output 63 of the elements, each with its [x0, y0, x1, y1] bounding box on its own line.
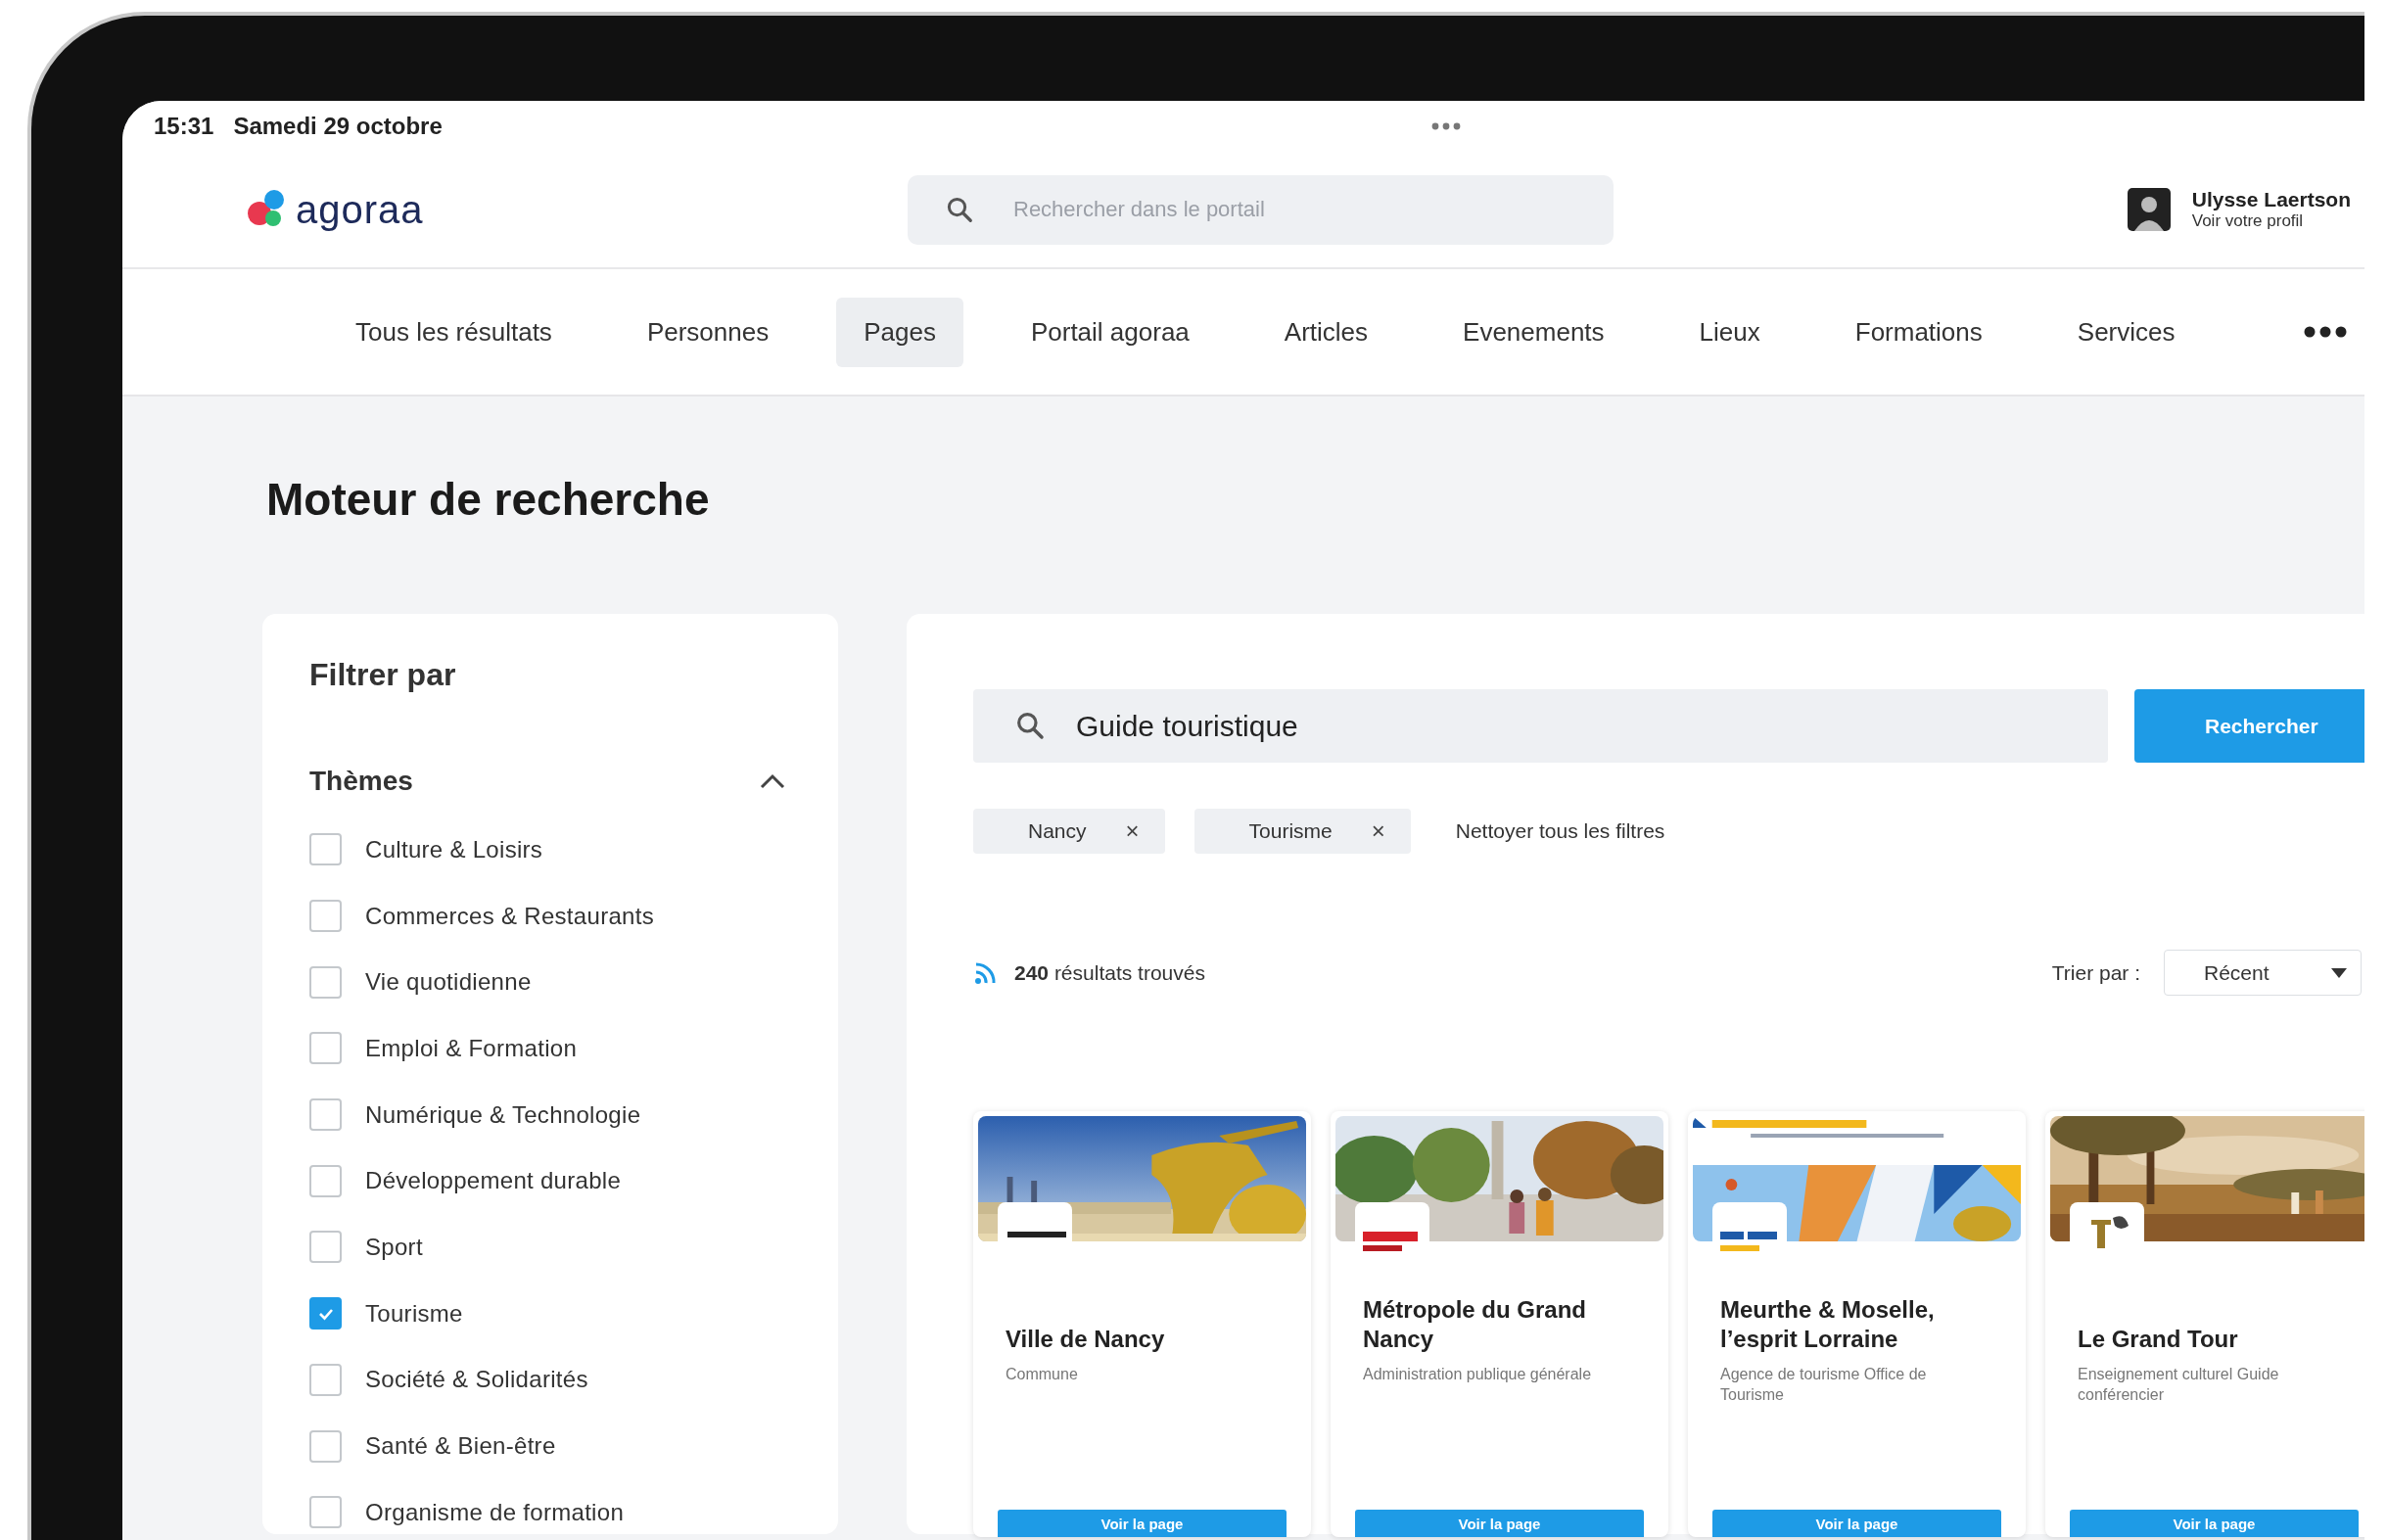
- checkbox[interactable]: [309, 1496, 342, 1529]
- checkbox[interactable]: [309, 1032, 342, 1065]
- checkbox[interactable]: [309, 1297, 342, 1330]
- checkbox-label: Numérique & Technologie: [365, 1100, 641, 1129]
- more-icon: [1430, 122, 1461, 130]
- panel-title: Filtrer par: [309, 657, 457, 693]
- nav-tab[interactable]: Tous les résultats: [328, 297, 580, 367]
- brand-name: agoraa: [296, 187, 424, 232]
- card-title: Métropole du Grand Nancy: [1363, 1295, 1587, 1354]
- checkbox[interactable]: [309, 1429, 342, 1463]
- caret-icon: [2331, 967, 2347, 978]
- card-subtitle: Commune: [1005, 1365, 1079, 1384]
- card-title: Meurthe & Moselle, l’esprit Lorraine: [1720, 1295, 1936, 1354]
- checkbox-label: Santé & Bien-être: [365, 1432, 556, 1461]
- checkbox-label: Organisme de formation: [365, 1498, 625, 1526]
- more-icon[interactable]: [2304, 326, 2347, 338]
- checkbox[interactable]: [309, 1231, 342, 1264]
- clear-filters-link[interactable]: Nettoyer tous les filtres: [1455, 819, 1665, 843]
- checkbox[interactable]: [309, 1363, 342, 1396]
- checkbox[interactable]: [309, 965, 342, 999]
- page-title: Moteur de recherche: [266, 473, 711, 527]
- card-title: Ville de Nancy: [1006, 1325, 1165, 1354]
- remove-button[interactable]: ×: [1371, 817, 1385, 845]
- checkbox-label: Emploi & Formation: [365, 1034, 578, 1062]
- checkbox-label: Vie quotidienne: [365, 968, 532, 997]
- nav-tab[interactable]: Articles: [1256, 297, 1396, 367]
- remove-button[interactable]: ×: [1125, 817, 1140, 845]
- card-subtitle: Administration publique générale: [1362, 1365, 1593, 1384]
- nav-tab[interactable]: Lieux: [1671, 297, 1788, 367]
- nav-tab[interactable]: Services: [2049, 297, 2203, 367]
- checkbox-label: Société & Solidarités: [365, 1366, 588, 1394]
- search-field[interactable]: Guide touristique: [973, 689, 2108, 763]
- checkbox[interactable]: [309, 1164, 342, 1197]
- checkbox-label: Culture & Loisirs: [365, 835, 543, 863]
- nav-tab[interactable]: Pages: [836, 297, 963, 367]
- nav-tab[interactable]: Personnes: [619, 297, 797, 367]
- profile-link[interactable]: Voir votre profil: [2191, 211, 2351, 231]
- checkbox-label: Sport: [365, 1233, 423, 1261]
- user-name: Ulysse Laertson: [2191, 188, 2351, 211]
- checkbox[interactable]: [309, 900, 342, 933]
- chip-label: Tourisme: [1248, 819, 1333, 843]
- nav-tab[interactable]: Formations: [1827, 297, 2010, 367]
- search-field[interactable]: Rechercher dans le portail: [908, 174, 1614, 245]
- date-text: Samedi 29 octobre: [233, 113, 443, 140]
- nav-tab[interactable]: Portail agoraa: [1003, 297, 1217, 367]
- card-subtitle: Agence de tourisme Office de Tourisme: [1719, 1365, 1928, 1405]
- checkbox[interactable]: [309, 1098, 342, 1132]
- clock-time: 15:31: [154, 113, 214, 140]
- chip-label: Nancy: [1028, 819, 1087, 843]
- chevron-up-icon[interactable]: [760, 773, 785, 789]
- avatar-icon[interactable]: [2127, 188, 2171, 231]
- checkbox-label: Développement durable: [365, 1167, 622, 1195]
- nav-tab[interactable]: Evenements: [1435, 297, 1632, 367]
- card-subtitle: Enseignement culturel Guide conférencier: [2077, 1365, 2280, 1405]
- checkbox-label: Tourisme: [365, 1299, 463, 1328]
- checkbox[interactable]: [309, 833, 342, 866]
- sort-label: Trier par :: [2051, 960, 2140, 985]
- card-title: Le Grand Tour: [2078, 1325, 2238, 1354]
- results-count: 240 résultats trouvés: [1014, 960, 1205, 985]
- search-icon: [1014, 710, 1046, 741]
- checkbox-label: Commerces & Restaurants: [365, 902, 654, 930]
- section-title: Thèmes: [309, 766, 413, 797]
- sort-dropdown[interactable]: Récent: [2164, 950, 2362, 996]
